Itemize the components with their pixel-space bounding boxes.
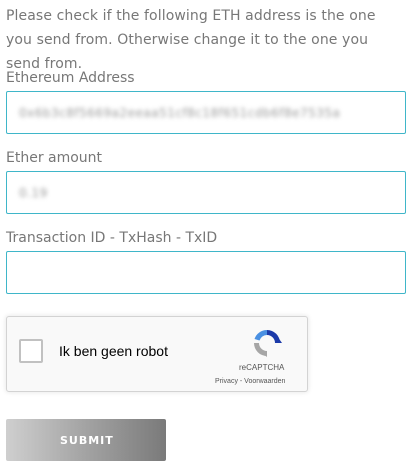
eth-address-label: Ethereum Address xyxy=(6,70,135,86)
tx-id-label: Transaction ID - TxHash - TxID xyxy=(6,230,218,246)
eth-address-value: 0x6b3c8f5669a2eeaa51cf8c18f651cdb6f8e753… xyxy=(19,105,341,120)
eth-address-form: Please check if the following ETH addres… xyxy=(6,4,406,461)
submit-button[interactable]: SUBMIT xyxy=(6,419,166,461)
eth-address-group: Ethereum Address 0x6b3c8f5669a2eeaa51cf8… xyxy=(6,68,406,134)
recaptcha-privacy-terms[interactable]: Privacy - Voorwaarden xyxy=(215,378,285,385)
recaptcha-logo-icon xyxy=(254,329,282,357)
recaptcha-widget: Ik ben geen robot reCAPTCHA Privacy - Vo… xyxy=(6,316,308,392)
recaptcha-checkbox-label: Ik ben geen robot xyxy=(59,343,168,359)
ether-amount-value: 0.19 xyxy=(19,185,48,200)
tx-id-group: Transaction ID - TxHash - TxID xyxy=(6,228,406,294)
tx-id-input[interactable] xyxy=(6,251,406,294)
ether-amount-group: Ether amount 0.19 xyxy=(6,148,406,214)
intro-text: Please check if the following ETH addres… xyxy=(6,8,376,72)
recaptcha-checkbox[interactable] xyxy=(19,339,43,363)
eth-address-field[interactable]: 0x6b3c8f5669a2eeaa51cf8c18f651cdb6f8e753… xyxy=(6,91,406,134)
recaptcha-brand: reCAPTCHA xyxy=(239,363,285,372)
ether-amount-label: Ether amount xyxy=(6,150,103,166)
ether-amount-field[interactable]: 0.19 xyxy=(6,171,406,214)
